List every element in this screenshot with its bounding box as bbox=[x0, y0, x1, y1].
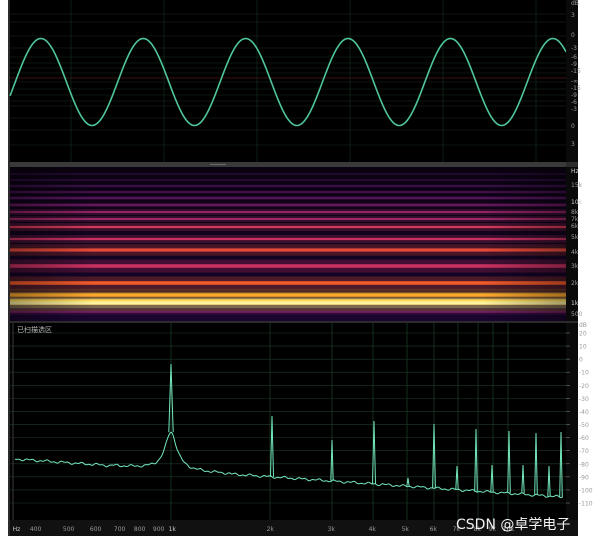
spectrum-db-tick-label: -80 bbox=[579, 461, 589, 468]
spectrogram-hz-tick-label: 15k bbox=[571, 182, 583, 189]
spectrogram-hz-ruler bbox=[566, 167, 578, 321]
spectrum-db-tick-label: -110 bbox=[579, 501, 593, 508]
waveform-db-tick-label: 0 bbox=[571, 32, 575, 39]
spectrum-db-tick-label: -40 bbox=[579, 409, 589, 416]
waveform-db-tick-label: -6 bbox=[571, 54, 577, 61]
spectrogram-panel[interactable]: Hz 15k 10k 8k7k6k 5k 4k 3k 2k 1k 500 bbox=[10, 167, 583, 321]
spectrum-db-tick-label: -60 bbox=[579, 435, 589, 442]
waveform-db-tick-label: -6 bbox=[571, 99, 577, 106]
spectrogram-hz-tick-label: 6k bbox=[571, 223, 579, 230]
spectrum-frequency-tick-label: 4k bbox=[369, 526, 377, 533]
spectrogram-hz-tick-label: 1k bbox=[571, 300, 579, 307]
spectrum-frequency-tick-label: 5k bbox=[402, 526, 410, 533]
spectrum-frequency-tick-label: 600 bbox=[90, 526, 102, 533]
spectrum-frequency-tick-label: 1k bbox=[169, 526, 177, 533]
spectrogram-hz-tick-label: Hz bbox=[571, 168, 579, 175]
spectrum-db-tick-label: 0 bbox=[579, 357, 583, 364]
spectrum-db-tick-label: -50 bbox=[579, 422, 589, 429]
spectrogram-hz-tick-label: 4k bbox=[571, 249, 579, 256]
spectrogram-hz-tick-label: 10k bbox=[571, 199, 583, 206]
waveform-db-tick-label: -3 bbox=[571, 106, 577, 113]
audio-editor-view: dB30-3-6-9-15-∞-15-9-6-303 Hz15k10k8k7k6… bbox=[0, 0, 609, 541]
spectrum-frequency-tick-label: 700 bbox=[114, 526, 126, 533]
waveform-db-tick-label: 3 bbox=[571, 12, 575, 19]
waveform-db-tick-label: dB bbox=[571, 0, 579, 7]
waveform-db-tick-label: 3 bbox=[571, 141, 575, 148]
spectrum-db-ruler bbox=[566, 323, 578, 520]
spectrum-frequency-tick-label: 500 bbox=[63, 526, 75, 533]
spectrum-db-tick-label: 10 bbox=[579, 344, 587, 351]
spectrogram-hz-tick-label: 2k bbox=[571, 280, 579, 287]
spectrum-frequency-tick-label: 2k bbox=[267, 526, 275, 533]
waveform-db-tick-label: -3 bbox=[571, 45, 577, 52]
waveform-db-tick-label: 0 bbox=[571, 123, 575, 130]
spectrum-db-tick-label: dB bbox=[579, 322, 587, 329]
waveform-db-tick-label: -∞ bbox=[571, 78, 578, 85]
spectrum-title: 已扫描选区 bbox=[17, 325, 52, 334]
spectrogram-hz-tick-label: 5k bbox=[571, 234, 579, 241]
waveform-db-tick-label: -15 bbox=[571, 68, 581, 75]
spectrum-frequency-tick-label: 3k bbox=[328, 526, 336, 533]
waveform-db-tick-label: -9 bbox=[571, 92, 577, 99]
spectrum-db-tick-label: -30 bbox=[579, 396, 589, 403]
spectrogram-hz-tick-label: 3k bbox=[571, 263, 579, 270]
spectrum-db-tick-label: -70 bbox=[579, 448, 589, 455]
spectrum-frequency-tick-label: 800 bbox=[134, 526, 146, 533]
spectrogram-hz-tick-label: 8k bbox=[571, 209, 579, 216]
spectrum-db-tick-label: -90 bbox=[579, 474, 589, 481]
spectrogram-hz-tick-label: 7k bbox=[571, 216, 579, 223]
waveform-db-tick-label: -9 bbox=[571, 61, 577, 68]
spectrum-db-tick-label: -10 bbox=[579, 370, 589, 377]
waveform-db-tick-label: -15 bbox=[571, 85, 581, 92]
spectrogram-hz-tick-label: 500 bbox=[571, 311, 583, 318]
waveform-panel[interactable]: dB30-3-6-9-15-∞-15-9-6-303 bbox=[9, 0, 581, 162]
spectrum-panel[interactable]: 已扫描选区 dB 20 10 0 -10 -20 -30 -40 -50 -60 -70 -80 -90… bbox=[10, 322, 593, 536]
panel-divider[interactable] bbox=[10, 162, 566, 167]
spectrum-frequency-tick-label: 400 bbox=[30, 526, 42, 533]
spectrum-frequency-tick-label: Hz bbox=[13, 526, 21, 533]
spectrum-frequency-tick-label: 6k bbox=[430, 526, 438, 533]
spectrum-db-tick-label: 20 bbox=[579, 331, 587, 338]
spectrum-frequency-tick-label: 900 bbox=[153, 526, 165, 533]
watermark: CSDN @卓学电子 bbox=[456, 517, 570, 533]
spectrum-db-tick-label: -100 bbox=[579, 487, 593, 494]
divider-grip-icon[interactable] bbox=[210, 164, 226, 165]
spectrum-db-tick-label: -20 bbox=[579, 383, 589, 390]
